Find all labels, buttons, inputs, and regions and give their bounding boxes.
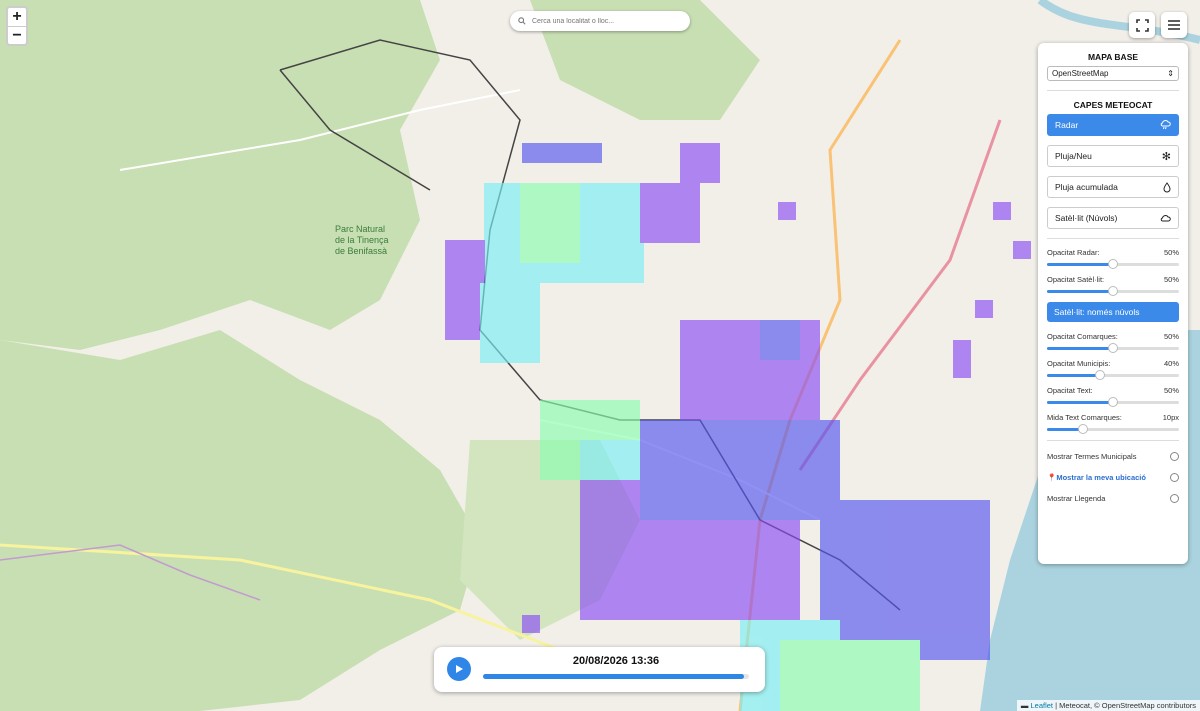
slider-knob[interactable] — [1108, 397, 1118, 407]
comarques-opacity-slider[interactable]: Opacitat Comarques: 50% — [1047, 332, 1179, 353]
toggle-municipal-terms[interactable]: Mostrar Termes Municipals — [1047, 450, 1179, 462]
toggle-label: Mostrar Termes Municipals — [1047, 451, 1137, 461]
slider-label: Opacitat Municipis: — [1047, 359, 1111, 368]
slider-knob[interactable] — [1077, 424, 1088, 434]
layer-label: Satèl·lit (Núvols) — [1055, 213, 1118, 223]
play-icon — [456, 665, 463, 673]
slider-value: 50% — [1163, 386, 1179, 395]
cloud-icon — [1160, 215, 1171, 222]
base-map-value: OpenStreetMap — [1052, 69, 1109, 78]
text-opacity-slider[interactable]: Opacitat Text: 50% — [1047, 386, 1179, 407]
base-map-title: MAPA BASE — [1087, 52, 1139, 62]
search-input[interactable] — [530, 16, 684, 26]
radio-button[interactable] — [1170, 493, 1179, 503]
leaflet-link[interactable]: Leaflet — [1031, 701, 1054, 710]
zoom-out-button[interactable]: − — [8, 26, 26, 45]
leaflet-icon: ▬ — [1020, 701, 1029, 710]
layer-radar-button[interactable]: Radar — [1047, 114, 1179, 136]
layer-accum-rain-button[interactable]: Pluja acumulada — [1047, 176, 1179, 198]
slider-value: 50% — [1163, 275, 1179, 284]
svg-text:de la Tinença: de la Tinença — [335, 235, 389, 245]
slider-label: Opacitat Radar: — [1047, 248, 1100, 257]
timeline-slider[interactable] — [483, 674, 749, 679]
toggle-legend[interactable]: Mostrar Llegenda — [1047, 492, 1179, 504]
fullscreen-button[interactable] — [1129, 12, 1155, 38]
slider-value: 50% — [1163, 332, 1179, 341]
attribution-text: | Meteocat, © OpenStreetMap contributors — [1053, 701, 1196, 710]
slider-value: 50% — [1163, 248, 1179, 257]
play-button[interactable] — [447, 657, 471, 681]
fullscreen-icon — [1135, 18, 1149, 32]
divider — [1047, 440, 1179, 441]
toggle-label: Mostrar Llegenda — [1047, 493, 1106, 503]
select-arrows-icon: ⇕ — [1167, 69, 1174, 78]
slider-knob[interactable] — [1108, 259, 1118, 269]
svg-text:de Benifassà: de Benifassà — [335, 246, 387, 256]
slider-label: Mida Text Comarques: — [1047, 413, 1122, 422]
radio-button[interactable] — [1170, 451, 1179, 461]
slider-knob[interactable] — [1108, 343, 1118, 353]
slider-label: Opacitat Comarques: — [1047, 332, 1118, 341]
slider-knob[interactable] — [1108, 286, 1118, 296]
menu-button[interactable] — [1161, 12, 1187, 38]
slider-label: Opacitat Text: — [1047, 386, 1093, 395]
municipis-opacity-slider[interactable]: Opacitat Municipis: 40% — [1047, 359, 1179, 380]
search-box[interactable] — [510, 11, 690, 31]
timeline-progress — [483, 674, 744, 679]
layer-rain-snow-button[interactable]: Pluja/Neu ✻ — [1047, 145, 1179, 167]
droplet-icon — [1163, 181, 1171, 192]
zoom-in-button[interactable]: + — [8, 8, 26, 26]
satellite-opacity-slider[interactable]: Opacitat Satèl·lit: 50% — [1047, 275, 1179, 296]
snowflake-icon: ✻ — [1161, 150, 1171, 163]
layer-satellite-button[interactable]: Satèl·lit (Núvols) — [1047, 207, 1179, 229]
layer-label: Pluja acumulada — [1055, 182, 1118, 192]
toggle-my-location[interactable]: 📍Mostrar la meva ubicació — [1047, 471, 1179, 483]
map-canvas[interactable]: Parc Natural de la Tinença de Benifassà — [0, 0, 1200, 711]
slider-knob[interactable] — [1094, 370, 1105, 380]
search-icon — [518, 17, 526, 25]
timeline-datetime: 20/08/2026 13:36 — [572, 655, 660, 667]
divider — [1047, 238, 1179, 239]
layer-label: Pluja/Neu — [1055, 151, 1092, 161]
hamburger-icon — [1168, 20, 1180, 30]
attribution: ▬ Leaflet | Meteocat, © OpenStreetMap co… — [1016, 700, 1200, 711]
radar-cloud-icon — [1160, 120, 1171, 130]
park-label: Parc Natural — [335, 224, 385, 234]
divider — [1047, 90, 1179, 91]
layers-panel: MAPA BASE OpenStreetMap ⇕ CAPES METEOCAT… — [1038, 43, 1188, 564]
timeline-control: 20/08/2026 13:36 — [434, 647, 765, 692]
radio-button[interactable] — [1170, 472, 1179, 482]
zoom-control: + − — [6, 6, 28, 46]
pin-icon: 📍 — [1047, 472, 1057, 482]
radar-opacity-slider[interactable]: Opacitat Radar: 50% — [1047, 248, 1179, 269]
base-map-select[interactable]: OpenStreetMap ⇕ — [1047, 66, 1179, 81]
layer-label: Radar — [1055, 120, 1079, 130]
slider-value: 40% — [1163, 359, 1179, 368]
satellite-clouds-only-button[interactable]: Satèl·lit: només núvols — [1047, 302, 1179, 322]
layers-title: CAPES METEOCAT — [1073, 100, 1153, 110]
slider-value: 10px — [1162, 413, 1179, 422]
toggle-label: Mostrar la meva ubicació — [1056, 472, 1146, 482]
comarques-text-size-slider[interactable]: Mida Text Comarques: 10px — [1047, 413, 1179, 434]
slider-label: Opacitat Satèl·lit: — [1047, 275, 1105, 284]
